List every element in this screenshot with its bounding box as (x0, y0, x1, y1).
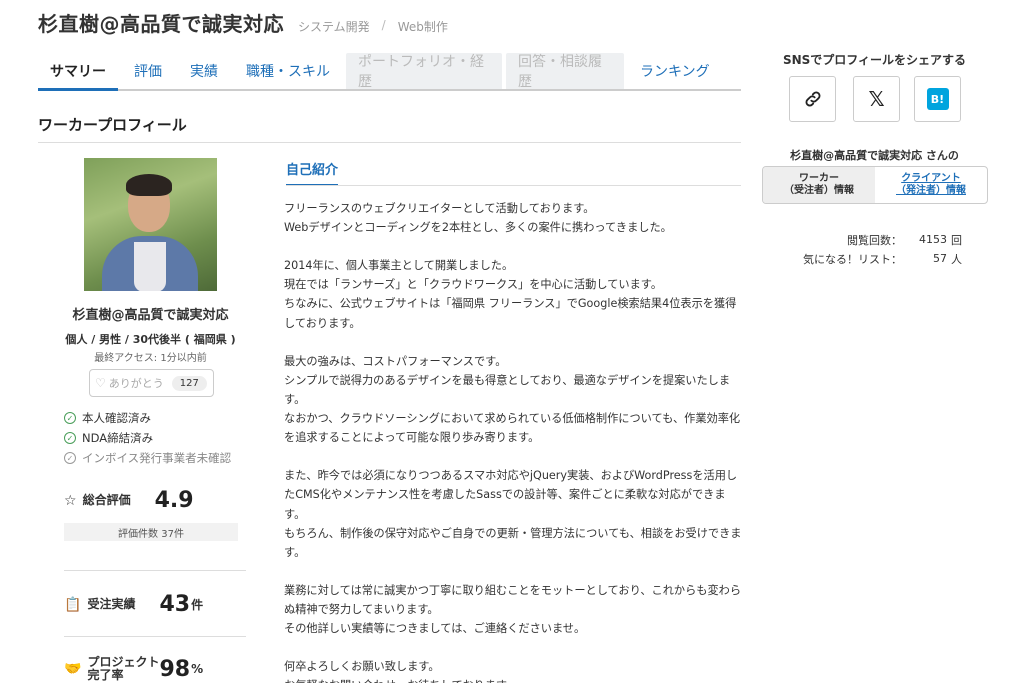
last-access: 最終アクセス: 1分以内前 (94, 353, 207, 364)
check-identity: ✓ 本人確認済み (64, 408, 231, 428)
metric-value: 57 (933, 252, 947, 265)
breadcrumb-item-system-dev[interactable]: システム開発 (298, 18, 370, 35)
intro-divider (286, 185, 741, 186)
role-toggle: ワーカー （受注者）情報 クライアント （発注者）情報 (762, 166, 988, 204)
worker-info-title: ワーカー (799, 172, 839, 184)
check-invoice: ✓ インボイス発行事業者未確認 (64, 448, 231, 468)
stat-unit: 件 (191, 598, 204, 612)
profile-metrics: 閲覧回数： 4153 回 気になる！リスト： 57 人 (770, 230, 962, 268)
worker-name: 杉直樹@高品質で誠実対応 (72, 308, 229, 323)
tab-results[interactable]: 実績 (178, 53, 230, 89)
stat-label: プロジェクト完了率 (87, 655, 160, 683)
client-info-subtitle: （発注者）情報 (896, 185, 966, 196)
share-hatena-button[interactable]: B! (914, 76, 961, 122)
owner-label: 杉直樹@高品質で誠実対応 さんの (790, 149, 959, 162)
check-label: インボイス発行事業者未確認 (82, 451, 232, 465)
stat-value: 4.9 (154, 488, 194, 513)
clipboard-icon: 📋 (64, 596, 82, 613)
worker-info-subtitle: （受注者）情報 (784, 185, 854, 196)
check-circle-icon: ✓ (64, 412, 76, 424)
intro-tab[interactable]: 自己紹介 (286, 159, 339, 186)
hatena-bookmark-icon: B! (926, 88, 949, 110)
tab-summary[interactable]: サマリー (38, 53, 118, 91)
thanks-button[interactable]: ♡ ありがとう 127 (89, 369, 214, 397)
share-link-button[interactable] (789, 76, 836, 122)
tab-ratings[interactable]: 評価 (122, 53, 174, 89)
tab-portfolio: ポートフォリオ・経歴 (346, 53, 502, 90)
stat-label: 総合評価 (82, 492, 131, 507)
stat-unit: % (191, 662, 204, 677)
stat-completion: 🤝 プロジェクト完了率 98 % (64, 655, 204, 683)
profile-tabs: サマリー 評価 実績 職種・スキル ポートフォリオ・経歴 回答・相談履歴 ランキ… (38, 53, 741, 91)
breadcrumb-item-web[interactable]: Web制作 (398, 18, 448, 35)
stat-rating: ☆ 総合評価 4.9 (64, 488, 194, 513)
metric-label: 気になる！リスト： (803, 252, 902, 266)
star-icon: ☆ (64, 492, 77, 509)
thanks-count: 127 (171, 375, 207, 391)
check-nda: ✓ NDA締結済み (64, 428, 231, 448)
thanks-label: ありがとう (108, 377, 164, 390)
rating-count: 評価件数 37件 (64, 523, 238, 541)
check-circle-icon: ✓ (64, 432, 76, 444)
metric-unit: 回 (951, 233, 962, 247)
tab-answers: 回答・相談履歴 (506, 53, 624, 90)
divider (64, 570, 246, 571)
handshake-icon: 🤝 (64, 661, 82, 678)
metric-unit: 人 (951, 252, 962, 266)
verification-list: ✓ 本人確認済み ✓ NDA締結済み ✓ インボイス発行事業者未確認 (64, 408, 231, 468)
stat-orders: 📋 受注実績 43 件 (64, 592, 203, 617)
worker-info-tab[interactable]: ワーカー （受注者）情報 (763, 167, 875, 203)
worker-meta: 個人 / 男性 / 30代後半 ( 福岡県 ) (65, 333, 236, 346)
stat-label: 受注実績 (87, 596, 136, 611)
heart-icon: ♡ (95, 376, 106, 390)
metric-views: 閲覧回数： 4153 回 (770, 230, 962, 249)
check-label: 本人確認済み (82, 411, 151, 425)
share-x-button[interactable]: 𝕏 (853, 76, 900, 122)
title-row: 杉直樹@高品質で誠実対応 システム開発 / Web制作 (38, 8, 448, 37)
tab-skills[interactable]: 職種・スキル (234, 53, 342, 89)
check-circle-icon: ✓ (64, 452, 76, 464)
sns-title: SNSでプロフィールをシェアする (782, 53, 967, 67)
avatar-hair (126, 174, 172, 196)
metric-value: 4153 (919, 233, 947, 246)
stat-value: 98 (159, 656, 191, 682)
avatar-shirt (134, 242, 166, 291)
breadcrumb-separator: / (381, 18, 386, 32)
x-icon: 𝕏 (868, 87, 885, 111)
check-label: NDA締結済み (82, 431, 154, 445)
metric-favorites: 気になる！リスト： 57 人 (770, 249, 962, 268)
breadcrumb: システム開発 / Web制作 (298, 18, 448, 35)
section-title: ワーカープロフィール (38, 114, 741, 143)
client-info-title: クライアント (901, 172, 961, 184)
stat-value: 43 (159, 592, 191, 617)
metric-label: 閲覧回数： (847, 233, 902, 247)
client-info-tab[interactable]: クライアント （発注者）情報 (875, 167, 987, 203)
link-icon (805, 91, 820, 107)
tab-ranking[interactable]: ランキング (628, 53, 722, 89)
intro-text: フリーランスのウェブクリエイターとして活動しております。 Webデザインとコーデ… (284, 202, 742, 683)
divider (64, 636, 246, 637)
page-title: 杉直樹@高品質で誠実対応 (38, 12, 284, 36)
avatar (84, 158, 217, 291)
